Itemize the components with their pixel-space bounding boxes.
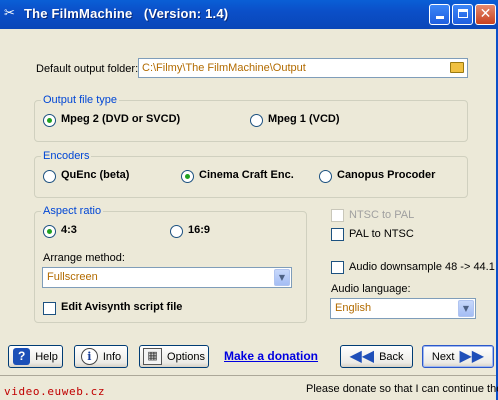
help-button-label: Help — [35, 350, 58, 363]
website-url[interactable]: video.euweb.cz — [4, 385, 105, 398]
audio-downsample-label[interactable]: Audio downsample 48 -> 44.1 — [349, 261, 495, 273]
arrange-method-select[interactable]: Fullscreen ▼ — [42, 267, 292, 288]
film-icon: ✂ — [4, 6, 15, 21]
arrange-method-label: Arrange method: — [43, 252, 125, 264]
audio-language-value: English — [335, 302, 372, 314]
help-button[interactable]: ? Help — [8, 345, 63, 368]
pal-to-ntsc-checkbox[interactable] — [331, 228, 344, 241]
next-button-label: Next — [431, 350, 455, 363]
close-button[interactable]: ✕ — [475, 4, 496, 25]
donation-message: Please donate so that I can continue the — [306, 383, 498, 395]
aspect-16-9-label[interactable]: 16:9 — [188, 224, 210, 236]
radio-4-3[interactable] — [43, 225, 56, 238]
audio-downsample-checkbox[interactable] — [331, 261, 344, 274]
aspect-ratio-title: Aspect ratio — [41, 205, 104, 217]
radio-canopus[interactable] — [319, 170, 332, 183]
encoders-title: Encoders — [41, 150, 92, 162]
canopus-label[interactable]: Canopus Procoder — [337, 169, 435, 181]
chevron-down-icon[interactable]: ▼ — [458, 300, 474, 317]
avisynth-checkbox[interactable] — [43, 302, 56, 315]
info-icon: i — [80, 348, 98, 365]
info-button-label: Info — [102, 350, 122, 363]
help-icon: ? — [13, 348, 31, 365]
maximize-button[interactable] — [452, 4, 473, 25]
output-file-type-title: Output file type — [41, 94, 119, 106]
output-folder-value: C:\Filmy\The FilmMachine\Output — [142, 62, 306, 74]
quenc-label[interactable]: QuEnc (beta) — [61, 169, 129, 181]
audio-language-label: Audio language: — [331, 283, 411, 295]
aspect-4-3-label[interactable]: 4:3 — [61, 224, 77, 236]
info-button[interactable]: i Info — [74, 345, 128, 368]
title-bar: ✂ The FilmMachine (Version: 1.4) ✕ — [0, 0, 498, 29]
arrange-method-value: Fullscreen — [47, 271, 98, 283]
folder-icon[interactable] — [450, 62, 464, 73]
close-icon: ✕ — [479, 6, 492, 22]
minimize-button[interactable] — [429, 4, 450, 25]
options-icon: ▦ — [143, 348, 163, 365]
arrow-right-icon: ▶▶ — [459, 347, 485, 365]
arrow-left-icon: ◀◀ — [349, 347, 375, 365]
cinema-craft-label[interactable]: Cinema Craft Enc. — [199, 169, 294, 181]
maximize-icon — [457, 9, 468, 18]
output-folder-label: Default output folder: — [36, 63, 139, 75]
radio-cinema-craft[interactable] — [181, 170, 194, 183]
back-button[interactable]: ◀◀ Back — [340, 345, 413, 368]
options-button[interactable]: ▦ Options — [139, 345, 209, 368]
radio-quenc[interactable] — [43, 170, 56, 183]
radio-mpeg2[interactable] — [43, 114, 56, 127]
mpeg1-label[interactable]: Mpeg 1 (VCD) — [268, 113, 340, 125]
ntsc-to-pal-label: NTSC to PAL — [349, 209, 415, 221]
ntsc-to-pal-checkbox[interactable] — [331, 209, 344, 222]
window-title: The FilmMachine (Version: 1.4) — [24, 6, 229, 21]
next-button[interactable]: Next ▶▶ — [422, 345, 494, 368]
avisynth-label[interactable]: Edit Avisynth script file — [61, 301, 182, 313]
minimize-icon — [435, 16, 444, 19]
back-button-label: Back — [379, 350, 404, 363]
audio-language-select[interactable]: English ▼ — [330, 298, 476, 319]
options-button-label: Options — [167, 350, 205, 363]
radio-mpeg1[interactable] — [250, 114, 263, 127]
footer-separator — [0, 375, 496, 376]
chevron-down-icon[interactable]: ▼ — [274, 269, 290, 286]
radio-16-9[interactable] — [170, 225, 183, 238]
mpeg2-label[interactable]: Mpeg 2 (DVD or SVCD) — [61, 113, 180, 125]
donation-link[interactable]: Make a donation — [224, 349, 318, 363]
pal-to-ntsc-label[interactable]: PAL to NTSC — [349, 228, 414, 240]
output-folder-field[interactable]: C:\Filmy\The FilmMachine\Output — [138, 58, 468, 78]
